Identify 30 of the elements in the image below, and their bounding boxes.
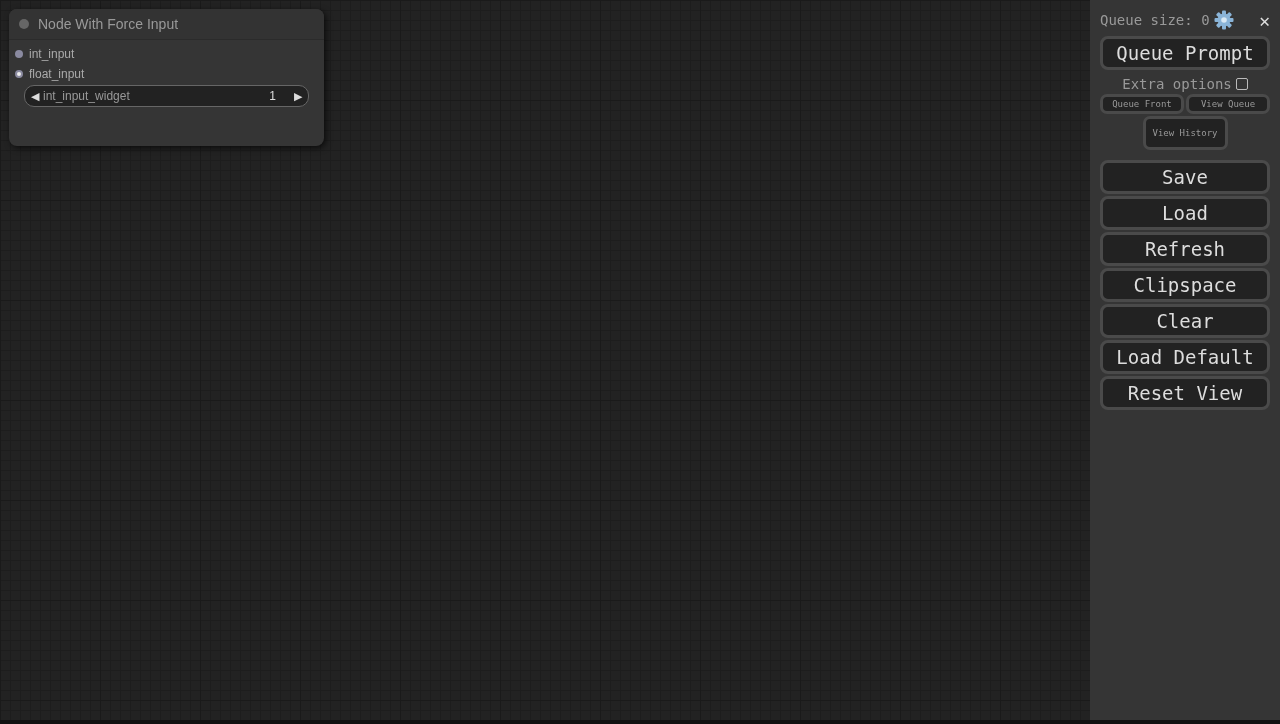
input-label: float_input: [29, 67, 85, 81]
input-label: int_input: [29, 47, 75, 61]
menu-button[interactable]: Load Default: [1100, 340, 1270, 374]
extra-options-label: Extra options: [1122, 76, 1232, 92]
widget-label: int_input_widget: [43, 89, 131, 103]
node-card[interactable]: Node With Force Input int_input float_input ◀ int_input_widget 1 ▶: [9, 9, 324, 146]
menu-button[interactable]: Save: [1100, 160, 1270, 194]
queue-size-label: Queue size: 0: [1100, 12, 1210, 28]
settings-icon[interactable]: [1213, 10, 1234, 30]
queue-prompt-button[interactable]: Queue Prompt: [1100, 36, 1270, 70]
increment-arrow[interactable]: ▶: [294, 89, 302, 103]
extra-options-checkbox[interactable]: [1235, 78, 1248, 90]
number-widget[interactable]: ◀ int_input_widget 1 ▶: [24, 85, 309, 107]
input-slot-icon[interactable]: [15, 70, 23, 78]
view-history-button[interactable]: View History: [1142, 116, 1228, 150]
menu-button[interactable]: Load: [1100, 196, 1270, 230]
queue-action-button[interactable]: View Queue: [1186, 94, 1270, 114]
menu-button[interactable]: Reset View: [1100, 376, 1270, 410]
decrement-arrow[interactable]: ◀: [31, 89, 39, 103]
menu-button[interactable]: Clear: [1100, 304, 1270, 338]
input-slot-icon[interactable]: [15, 50, 23, 58]
menu-button[interactable]: Refresh: [1100, 232, 1270, 266]
node-header[interactable]: Node With Force Input: [9, 9, 324, 40]
menu-button[interactable]: Clipspace: [1100, 268, 1270, 302]
widget-value: 1: [269, 89, 276, 103]
queue-action-button[interactable]: Queue Front: [1100, 94, 1184, 114]
node-title: Node With Force Input: [38, 16, 179, 32]
collapse-dot-icon[interactable]: [19, 19, 29, 29]
close-button[interactable]: ✕: [1259, 9, 1270, 31]
graph-canvas[interactable]: Node With Force Input int_input float_input ◀ int_input_widget 1 ▶: [0, 0, 1090, 720]
